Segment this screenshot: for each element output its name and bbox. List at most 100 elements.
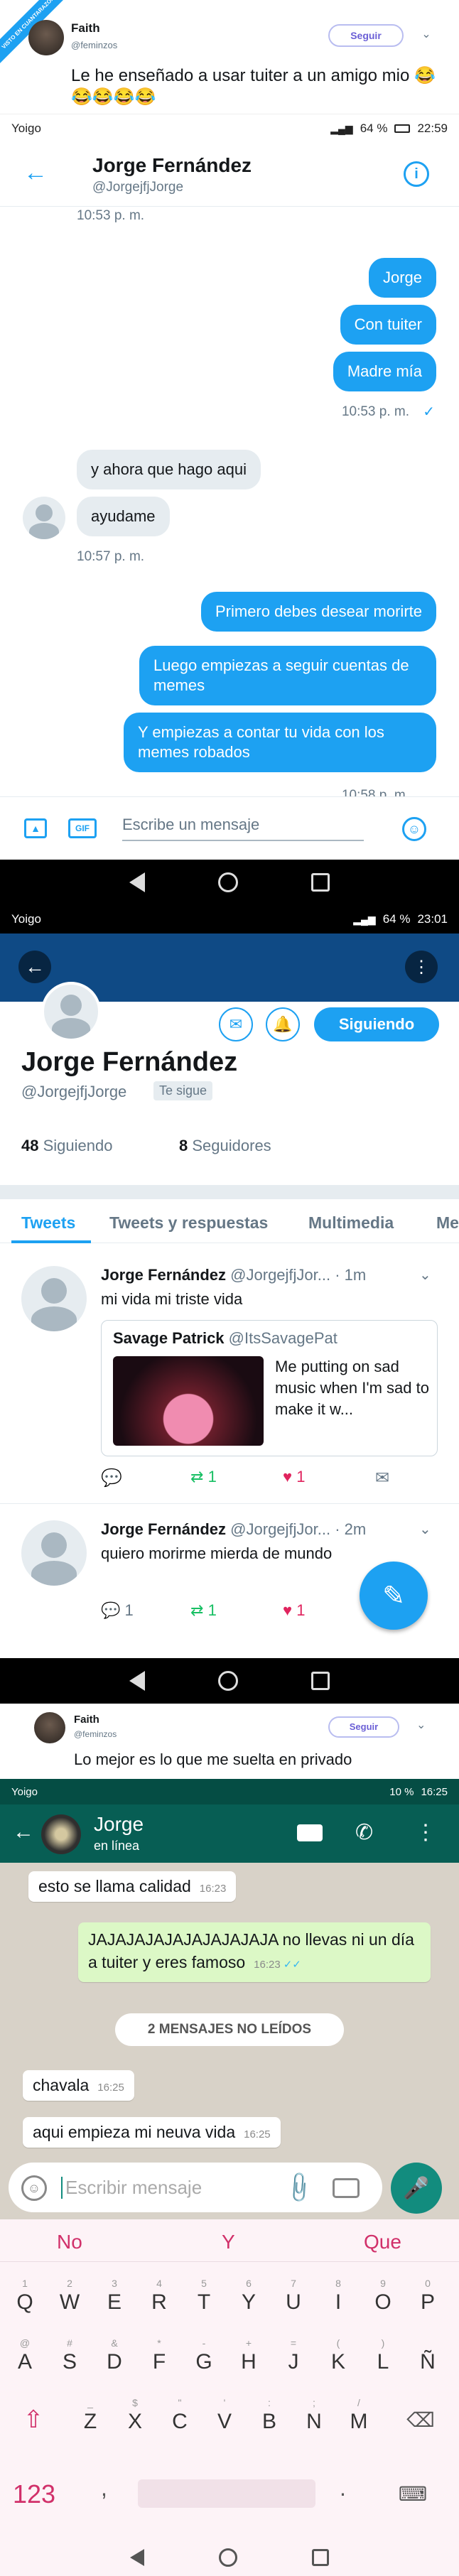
message-out[interactable]: Jorge [368, 258, 436, 298]
key-n[interactable]: ; N [293, 2397, 335, 2434]
back-arrow-icon[interactable]: ← [18, 951, 51, 983]
like-action[interactable]: ♥ 1 [283, 1468, 305, 1486]
recents-nav-icon[interactable] [311, 873, 330, 892]
home-nav-icon[interactable] [218, 2548, 237, 2567]
key-i[interactable]: 8I [318, 2278, 359, 2315]
message-in[interactable]: y ahora que hago aqui [77, 450, 261, 489]
tab-likes[interactable]: Me [436, 1213, 459, 1233]
key-g[interactable]: -G [183, 2337, 225, 2374]
follow-button[interactable]: Seguir [328, 24, 404, 47]
attach-icon[interactable]: 📎 [281, 2170, 317, 2206]
contact-avatar[interactable] [23, 497, 65, 539]
numeric-key[interactable]: 123 [13, 2479, 55, 2509]
recents-nav-icon[interactable] [311, 1672, 330, 1690]
reply-icon[interactable]: 💬 [101, 1468, 122, 1488]
bell-icon[interactable]: 🔔 [266, 1007, 300, 1041]
emoji-icon[interactable]: ☺ [402, 817, 426, 841]
backspace-icon[interactable]: ⌫ [401, 2405, 441, 2434]
camera-icon[interactable] [333, 2178, 360, 2198]
key-w[interactable]: 2W [49, 2278, 90, 2315]
chevron-down-icon[interactable]: ⌄ [419, 1266, 431, 1284]
key-z[interactable]: _ Z [70, 2397, 111, 2434]
gif-icon[interactable]: GIF [68, 818, 97, 838]
key-q[interactable]: 1Q [4, 2278, 45, 2315]
follow-button[interactable]: Seguir [328, 1716, 399, 1738]
contact-name[interactable]: Jorge [94, 1813, 144, 1836]
suggestion-3[interactable]: Que [364, 2231, 401, 2253]
chevron-down-icon[interactable]: ⌄ [419, 1520, 431, 1538]
message-in[interactable]: ayudame [77, 497, 170, 536]
tab-media[interactable]: Multimedia [308, 1213, 394, 1233]
key-a[interactable]: @ A [4, 2337, 45, 2374]
enter-icon[interactable]: ⌨ [388, 2478, 438, 2509]
message-out[interactable]: Madre mía [333, 352, 436, 391]
message-out[interactable]: Con tuiter [340, 305, 436, 345]
key-ñ[interactable]: Ñ [407, 2337, 448, 2374]
key-c[interactable]: " C [159, 2397, 200, 2434]
following-count[interactable]: 48 Siguiendo [21, 1137, 112, 1155]
quote-tweet[interactable]: Savage Patrick @ItsSavagePat Me putting … [101, 1320, 438, 1456]
key-v[interactable]: ' V [204, 2397, 245, 2434]
retweet-action[interactable]: ⇄ 1 [190, 1601, 217, 1620]
suggestion-1[interactable]: No [57, 2231, 82, 2253]
message-in[interactable]: chavala 16:25 [23, 2070, 134, 2101]
message-out[interactable]: Primero debes desear morirte [200, 592, 436, 632]
info-icon[interactable]: i [404, 161, 429, 187]
message-out[interactable]: Y empiezas a contar tu vida con los meme… [124, 713, 436, 772]
reply-action[interactable]: 💬 1 [101, 1601, 134, 1620]
more-options-icon[interactable]: ⋮ [415, 1820, 436, 1845]
image-icon[interactable]: ▲ [24, 818, 47, 838]
avatar[interactable] [28, 20, 64, 55]
tweet-avatar[interactable] [21, 1266, 87, 1331]
home-nav-icon[interactable] [217, 1671, 238, 1691]
video-call-icon[interactable] [297, 1824, 323, 1841]
home-nav-icon[interactable] [217, 872, 238, 892]
share-mail-icon[interactable]: ✉ [375, 1468, 389, 1488]
key-s[interactable]: # S [49, 2337, 90, 2374]
period-key[interactable]: . [340, 2475, 346, 2501]
chevron-down-icon[interactable]: ⌄ [419, 27, 433, 41]
key-p[interactable]: 0P [407, 2278, 448, 2315]
key-h[interactable]: + H [228, 2337, 269, 2374]
message-in[interactable]: aqui empieza mi neuva vida 16:25 [23, 2117, 281, 2148]
mic-icon[interactable]: 🎤 [391, 2163, 442, 2214]
like-action[interactable]: ♥ 1 [283, 1601, 305, 1620]
key-f[interactable]: * F [139, 2337, 180, 2374]
key-j[interactable]: = J [273, 2337, 314, 2374]
back-arrow-icon[interactable]: ← [23, 159, 48, 186]
shift-icon[interactable]: ⇧ [16, 2405, 51, 2434]
message-input[interactable]: Escribir mensaje [61, 2177, 202, 2199]
chevron-down-icon[interactable]: ⌄ [416, 1718, 426, 1732]
key-l[interactable]: ) L [362, 2337, 404, 2374]
followers-count[interactable]: 8 Seguidores [179, 1137, 271, 1155]
message-input[interactable]: Escribe un mensaje [122, 816, 364, 841]
retweet-action[interactable]: ⇄ 1 [190, 1468, 217, 1486]
contact-avatar[interactable] [41, 1814, 81, 1854]
key-t[interactable]: 5T [183, 2278, 225, 2315]
key-d[interactable]: & D [94, 2337, 135, 2374]
key-r[interactable]: 4R [139, 2278, 180, 2315]
tab-replies[interactable]: Tweets y respuestas [109, 1213, 268, 1233]
emoji-icon[interactable]: ☺ [21, 2175, 47, 2201]
mail-icon[interactable]: ✉ [219, 1007, 253, 1041]
key-k[interactable]: (K [318, 2337, 359, 2374]
key-y[interactable]: 6Y [228, 2278, 269, 2315]
key-m[interactable]: / M [338, 2397, 379, 2434]
avatar[interactable] [34, 1712, 65, 1743]
key-b[interactable]: :B [249, 2397, 290, 2434]
more-options-icon[interactable]: ⋮ [405, 951, 438, 983]
message-out[interactable]: Luego empiezas a seguir cuentas de memes [139, 646, 436, 705]
key-o[interactable]: 9O [362, 2278, 404, 2315]
phone-icon[interactable]: ✆ [355, 1820, 373, 1845]
comma-key[interactable]: , [101, 2475, 107, 2501]
tweet-avatar[interactable] [21, 1520, 87, 1586]
back-arrow-icon[interactable]: ← [13, 1820, 34, 1844]
quote-image[interactable] [113, 1356, 264, 1446]
message-in[interactable]: esto se llama calidad 16:23 [28, 1871, 237, 1902]
tab-tweets[interactable]: Tweets [21, 1213, 75, 1233]
profile-avatar[interactable] [41, 982, 101, 1041]
back-nav-icon[interactable] [129, 1671, 145, 1691]
key-x[interactable]: $ X [114, 2397, 156, 2434]
space-bar[interactable] [138, 2479, 315, 2508]
following-button[interactable]: Siguiendo [314, 1007, 439, 1041]
